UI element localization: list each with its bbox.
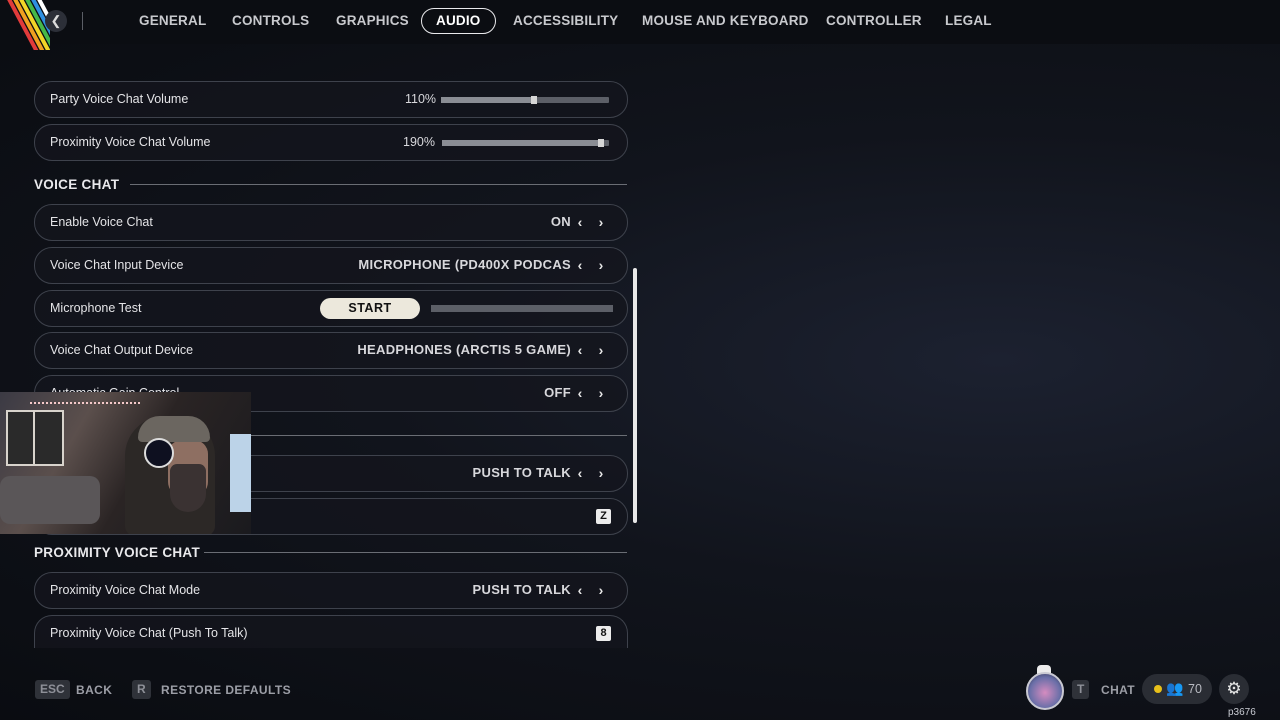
enable-voice-chat-row[interactable]: Enable Voice Chat ON ‹ › [34,204,628,241]
cap [138,416,210,442]
party-volume-percent: 110% [405,92,437,106]
back-arrow-button[interactable]: ❮ [45,10,67,32]
setting-label: Proximity Voice Chat (Push To Talk) [50,626,248,640]
section-divider [204,552,627,553]
slider-handle[interactable] [598,139,604,147]
tab-controls[interactable]: CONTROLS [232,9,309,33]
setting-value: PUSH TO TALK [472,582,571,597]
setting-label: Voice Chat Input Device [50,258,184,272]
setting-label: Microphone Test [50,301,142,315]
voice-chat-input-device-row[interactable]: Voice Chat Input Device MICROPHONE (PD40… [34,247,628,284]
tab-accessibility[interactable]: ACCESSIBILITY [513,9,618,33]
avatar[interactable] [1026,672,1064,710]
party-volume-slider[interactable] [441,96,609,104]
proximity-volume-percent: 190% [403,135,435,149]
proximity-volume-slider[interactable] [442,139,609,147]
top-navigation-bar: ❮ GENERAL CONTROLS GRAPHICS AUDIO ACCESS… [0,0,1280,50]
setting-label: Proximity Voice Chat Mode [50,583,201,597]
settings-scrollbar[interactable] [633,268,637,523]
chat-button[interactable]: CHAT [1101,683,1135,697]
setting-value: PUSH TO TALK [472,465,571,480]
rainbow-stripes-logo [0,0,50,50]
t-key-hint: T [1072,680,1090,699]
proximity-voice-chat-section-title: PROXIMITY VOICE CHAT [34,545,201,560]
slider-handle[interactable] [531,96,537,104]
tab-mouse-and-keyboard[interactable]: MOUSE AND KEYBOARD [642,9,809,33]
setting-label: Voice Chat Output Device [50,343,194,357]
section-divider [251,435,627,436]
setting-value: MICROPHONE (PD400X PODCAS [358,257,571,272]
player-id: p3676 [1228,707,1256,718]
setting-value: OFF [544,385,571,400]
proximity-voice-chat-volume-row[interactable]: Proximity Voice Chat Volume 190% [34,124,628,161]
friends-count: 70 [1188,682,1202,696]
couch [0,476,100,524]
chevron-left-icon[interactable]: ‹ [571,463,589,483]
chevron-left-icon: ❮ [50,13,62,28]
tab-graphics[interactable]: GRAPHICS [336,9,409,33]
setting-value: ON [550,214,571,229]
chevron-left-icon[interactable]: ‹ [571,212,589,232]
setting-value: HEADPHONES (ARCTIS 5 GAME) [357,342,571,357]
party-voice-chat-volume-row[interactable]: Party Voice Chat Volume 110% [34,81,628,118]
tab-audio[interactable]: AUDIO [421,8,496,34]
keybind-key[interactable]: Z [596,509,611,524]
slider-fill [441,97,533,103]
start-button[interactable]: START [320,298,420,319]
chevron-left-icon[interactable]: ‹ [571,340,589,360]
chevron-right-icon[interactable]: › [592,212,610,232]
voice-chat-section-title: VOICE CHAT [34,177,120,192]
tab-legal[interactable]: LEGAL [945,9,992,33]
chevron-right-icon[interactable]: › [592,340,610,360]
chevron-left-icon[interactable]: ‹ [571,255,589,275]
setting-label: Proximity Voice Chat Volume [50,135,211,149]
beard [170,464,206,512]
microphone-test-row: Microphone Test START [34,290,628,327]
proximity-voice-chat-mode-row[interactable]: Proximity Voice Chat Mode PUSH TO TALK ‹… [34,572,628,609]
chevron-right-icon[interactable]: › [592,383,610,403]
tab-controller[interactable]: CONTROLLER [826,9,922,33]
chevron-right-icon[interactable]: › [592,255,610,275]
slider-fill [442,140,600,146]
section-divider [130,184,627,185]
chevron-right-icon[interactable]: › [592,580,610,600]
voice-chat-output-device-row[interactable]: Voice Chat Output Device HEADPHONES (ARC… [34,332,628,369]
headset [144,438,174,468]
restore-defaults-button[interactable]: RESTORE DEFAULTS [161,683,291,697]
keybind-key[interactable]: 8 [596,626,611,641]
nav-divider [82,12,83,30]
status-dot-icon [1154,685,1162,693]
chevron-right-icon[interactable]: › [592,463,610,483]
friends-button[interactable]: 👥 70 [1142,674,1212,704]
monitor [230,434,251,512]
r-key-hint: R [132,680,151,699]
chevron-left-icon[interactable]: ‹ [571,383,589,403]
people-icon: 👥 [1166,680,1184,696]
tab-general[interactable]: GENERAL [139,9,206,33]
chevron-left-icon[interactable]: ‹ [571,580,589,600]
setting-label: Enable Voice Chat [50,215,153,229]
gear-icon[interactable]: ⚙ [1219,674,1249,704]
back-button[interactable]: BACK [76,683,112,697]
proximity-push-to-talk-row[interactable]: Proximity Voice Chat (Push To Talk) 8 [34,615,628,648]
microphone-level-meter [431,305,613,312]
window [6,410,64,466]
esc-key-hint: ESC [35,680,70,699]
webcam-overlay [0,392,251,534]
setting-label: Party Voice Chat Volume [50,92,189,106]
